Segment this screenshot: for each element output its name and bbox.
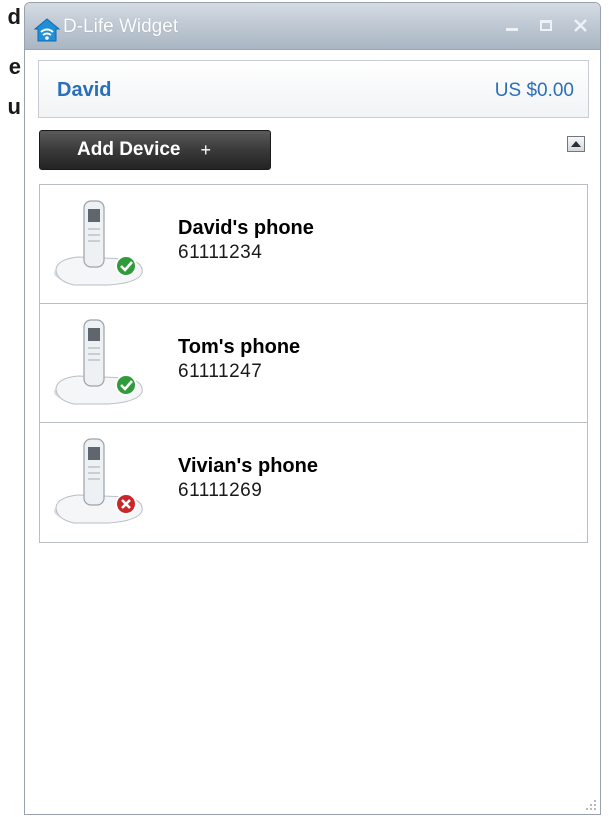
- cordless-phone-icon: [54, 438, 143, 524]
- status-online-icon: [115, 374, 137, 396]
- maximize-icon[interactable]: [536, 15, 556, 35]
- background-text-line: e: [8, 54, 21, 79]
- wifi-logo-icon: [33, 18, 61, 42]
- add-device-button[interactable]: Add Device +: [39, 130, 271, 170]
- close-icon[interactable]: [570, 15, 590, 35]
- device-name: Vivian's phone: [178, 455, 318, 477]
- add-device-label: Add Device: [77, 139, 181, 160]
- triangle-up-icon[interactable]: [567, 136, 585, 152]
- resize-grip-icon[interactable]: [583, 797, 597, 811]
- window-controls: [502, 15, 590, 35]
- device-number: 61111234: [178, 242, 263, 263]
- minimize-icon[interactable]: [502, 15, 522, 35]
- widget-window: D-Life Widget David US $0.00 Add Device …: [24, 2, 601, 815]
- device-item[interactable]: David's phone 61111234: [40, 185, 587, 304]
- device-name: David's phone: [178, 217, 314, 239]
- cordless-phone-icon: [54, 200, 143, 286]
- device-number: 61111247: [178, 361, 263, 382]
- background-text-line: u: [7, 94, 21, 119]
- background-text-line: d: [7, 4, 21, 29]
- title-bar[interactable]: D-Life Widget: [25, 3, 600, 50]
- account-balance: US $0.00: [494, 80, 574, 101]
- device-name: Tom's phone: [178, 336, 301, 358]
- device-list: David's phone 61111234 Tom's phone 61111…: [39, 184, 588, 543]
- plus-icon: +: [200, 139, 211, 160]
- device-item[interactable]: Tom's phone 61111247: [40, 304, 587, 423]
- account-bar: David US $0.00: [38, 60, 589, 118]
- status-online-icon: [115, 255, 137, 277]
- device-item[interactable]: Vivian's phone 61111269: [40, 423, 587, 542]
- cordless-phone-icon: [54, 319, 143, 405]
- window-title: D-Life Widget: [63, 16, 179, 37]
- device-number: 61111269: [178, 480, 263, 501]
- account-name[interactable]: David: [57, 79, 111, 102]
